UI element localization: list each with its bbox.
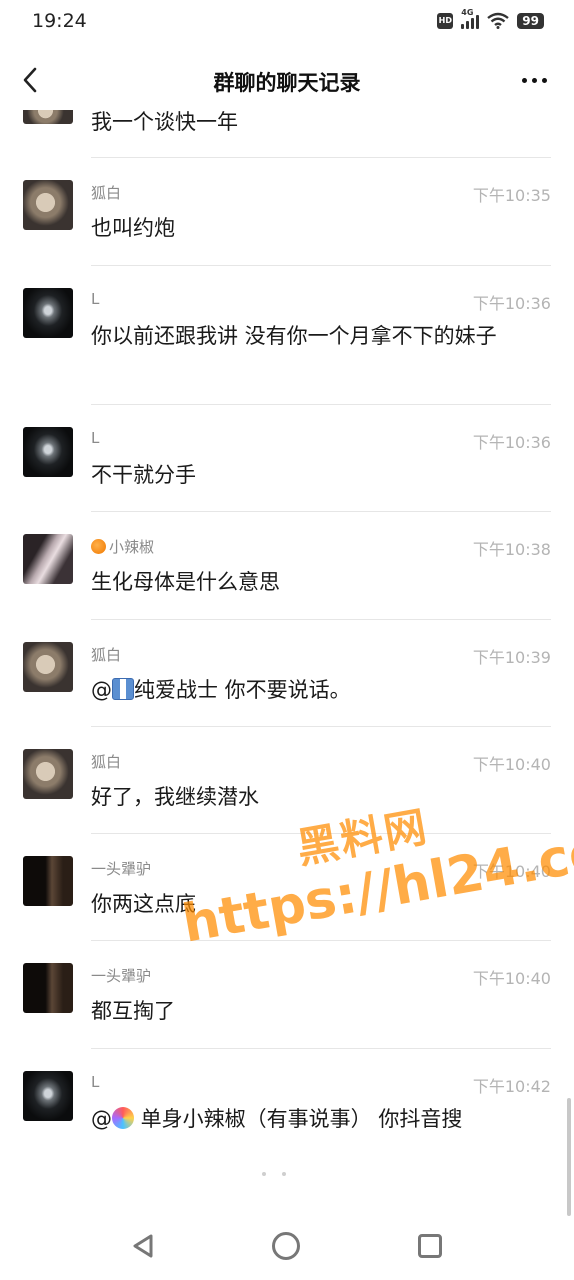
nav-home-icon[interactable] <box>272 1232 300 1260</box>
avatar[interactable] <box>23 427 73 477</box>
scrollbar[interactable] <box>567 1098 571 1216</box>
message-text: 也叫约炮 <box>91 216 175 240</box>
signal-icon: 4G <box>461 8 480 29</box>
message-text: 我一个谈快一年 <box>91 110 238 134</box>
avatar[interactable] <box>23 288 73 338</box>
message-text: 都互掏了 <box>91 999 175 1023</box>
sender-name: L <box>91 290 100 308</box>
avatar[interactable] <box>23 856 73 906</box>
navigation-bar <box>0 1222 574 1272</box>
status-bar: 19:24 HD 4G 99 <box>0 0 574 44</box>
message-time: 下午10:40 <box>472 755 551 774</box>
nav-recent-apps-icon[interactable] <box>418 1234 442 1258</box>
message-text: 生化母体是什么意思 <box>91 570 280 594</box>
sender-name: 一头犟驴 <box>91 860 152 878</box>
divider <box>91 726 551 727</box>
message-text: 你以前还跟我讲 没有你一个月拿不下的妹子 <box>91 324 497 348</box>
message-time: 下午10:36 <box>472 294 551 313</box>
avatar[interactable] <box>23 1071 73 1121</box>
divider <box>91 619 551 620</box>
divider <box>91 157 551 158</box>
message-time: 下午10:38 <box>472 540 551 559</box>
sender-label: 小辣椒 <box>109 538 155 556</box>
sender-name: 一头犟驴 <box>91 967 152 985</box>
sender-name: L <box>91 429 100 447</box>
message-text: @ 纯爱战士 你不要说话。 <box>91 674 551 707</box>
nav-back-icon[interactable] <box>130 1232 156 1260</box>
avatar[interactable] <box>23 180 73 230</box>
message-time: 下午10:35 <box>472 186 551 205</box>
divider <box>91 265 551 266</box>
status-time: 19:24 <box>32 10 87 32</box>
page-title: 群聊的聊天记录 <box>213 71 361 95</box>
sender-name: L <box>91 1073 100 1091</box>
sender-name: 狐白 <box>91 184 122 202</box>
message-time: 下午10:40 <box>472 969 551 988</box>
avatar[interactable] <box>23 749 73 799</box>
avatar[interactable] <box>23 534 73 584</box>
message-time: 下午10:42 <box>472 1077 551 1096</box>
message-body: 单身小辣椒（有事说事） 你抖音搜 <box>134 1107 463 1131</box>
divider <box>91 940 551 941</box>
lollipop-icon <box>112 1107 134 1129</box>
message-time: 下午10:39 <box>472 648 551 667</box>
mention-at[interactable]: @ <box>91 1107 112 1131</box>
sender-name: 狐白 <box>91 753 122 771</box>
wifi-icon <box>487 12 510 29</box>
sender-name: 狐白 <box>91 646 122 664</box>
message-text: 好了，我继续潜水 <box>91 785 259 809</box>
sender-name: 小辣椒 <box>91 536 154 557</box>
divider <box>91 511 551 512</box>
message-text: 不干就分手 <box>91 463 196 487</box>
message-text: @ 单身小辣椒（有事说事） 你抖音搜 <box>91 1103 551 1136</box>
message-time: 下午10:36 <box>472 433 551 452</box>
avatar[interactable] <box>23 963 73 1013</box>
more-options-icon[interactable] <box>518 66 550 94</box>
avatar[interactable] <box>23 642 73 692</box>
title-bar: 群聊的聊天记录 <box>0 50 574 110</box>
battery-icon: 99 <box>517 12 544 29</box>
hd-icon: HD <box>437 12 454 29</box>
page-dots <box>262 1172 286 1176</box>
divider <box>91 1048 551 1049</box>
status-icons: HD 4G 99 <box>437 8 544 29</box>
message-body: 纯爱战士 你不要说话。 <box>134 678 351 702</box>
orange-icon <box>91 539 106 554</box>
divider <box>91 404 551 405</box>
suit-icon <box>112 678 134 700</box>
mention-at[interactable]: @ <box>91 678 112 702</box>
network-type: 4G <box>461 7 474 17</box>
